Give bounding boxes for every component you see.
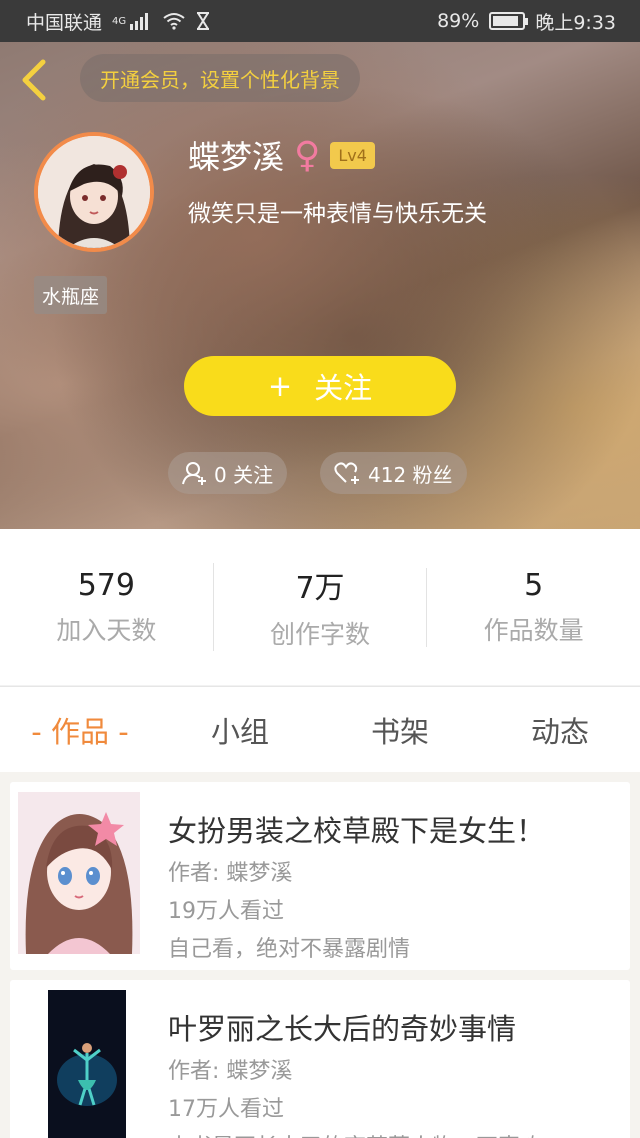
work-author: 作者: 蝶梦溪 <box>168 861 293 886</box>
battery-fill <box>493 16 519 26</box>
avatar[interactable] <box>34 132 154 252</box>
phone-screenshot-cover-image <box>18 990 140 1138</box>
stat-word-count[interactable]: 7万 创作字数 <box>212 563 427 651</box>
wifi-icon <box>163 13 185 30</box>
avatar-image <box>38 136 150 248</box>
work-card[interactable]: 叶罗丽之长大后的奇妙事情 作者: 蝶梦溪 17万人看过 本书是写长大了的夜萝莉人… <box>10 980 630 1138</box>
back-button[interactable] <box>16 56 52 104</box>
back-chevron-icon <box>22 59 46 101</box>
stat-label: 创作字数 <box>270 620 371 649</box>
stat-value: 5 <box>524 567 544 603</box>
following-count-label: 0 关注 <box>214 462 274 487</box>
stat-works-count[interactable]: 5 作品数量 <box>426 567 640 647</box>
profile-bio: 微笑只是一种表情与快乐无关 <box>188 201 487 227</box>
anime-girl-cover-image <box>18 792 140 954</box>
status-right: 89% 晚上9:33 <box>437 8 616 35</box>
profile-stats: 579 加入天数 7万 创作字数 5 作品数量 <box>0 529 640 685</box>
stat-label: 加入天数 <box>56 615 157 645</box>
clock: 晚上9:33 <box>535 11 616 34</box>
work-cover-image <box>18 990 140 1138</box>
battery-percent: 89% <box>437 10 480 32</box>
heart-plus-icon <box>334 462 359 484</box>
work-views: 17万人看过 <box>168 1097 284 1122</box>
work-title: 女扮男装之校草殿下是女生！ <box>168 814 546 848</box>
work-author: 作者: 蝶梦溪 <box>168 1059 293 1084</box>
status-left: 中国联通 4G <box>26 8 210 35</box>
stat-label: 作品数量 <box>483 615 584 645</box>
zodiac-tag: 水瓶座 <box>34 276 108 314</box>
fans-count-button[interactable]: 412 粉丝 <box>320 452 467 494</box>
vip-prompt-text: 开通会员，设置个性化背景 <box>100 67 340 92</box>
profile-tabs: 作品 小组 书架 动态 <box>0 686 640 772</box>
stat-value: 579 <box>77 567 135 603</box>
work-views: 19万人看过 <box>168 899 284 924</box>
follow-button[interactable]: + 关注 <box>184 356 456 416</box>
hourglass-icon <box>197 12 210 30</box>
stat-value: 7万 <box>295 571 345 606</box>
works-list: 女扮男装之校草殿下是女生！ 作者: 蝶梦溪 19万人看过 自己看，绝对不暴露剧情… <box>0 772 640 1138</box>
follow-plus-icon: + <box>267 369 293 403</box>
stat-joined-days[interactable]: 579 加入天数 <box>0 568 213 647</box>
tab-groups[interactable]: 小组 <box>160 709 320 751</box>
work-description: 自己看，绝对不暴露剧情 <box>168 937 411 962</box>
battery-icon <box>489 12 529 30</box>
user-plus-icon <box>182 462 206 485</box>
level-badge: Lv4 <box>330 141 375 169</box>
vip-background-button[interactable]: 开通会员，设置个性化背景 <box>80 54 360 102</box>
profile-header: 开通会员，设置个性化背景 蝶梦溪 ♀ Lv4 微笑只是一种表情与快乐无关 水瓶座… <box>0 42 640 529</box>
work-description: 本书是写长大了的夜萝莉人物，不喜欢 <box>168 1129 542 1138</box>
network-type: 4G <box>112 15 127 27</box>
work-title: 叶罗丽之长大后的奇妙事情 <box>168 1012 517 1046</box>
status-bar: 中国联通 4G 89% 晚上9:33 <box>0 0 640 42</box>
signal-icon <box>130 13 149 30</box>
tab-bookshelf[interactable]: 书架 <box>320 709 480 751</box>
fans-count-label: 412 粉丝 <box>368 462 453 487</box>
profile-name-row: 蝶梦溪 ♀ Lv4 <box>188 132 375 178</box>
tab-works[interactable]: 作品 <box>0 709 160 751</box>
tab-activity[interactable]: 动态 <box>480 709 640 751</box>
female-gender-icon: ♀ <box>294 134 321 176</box>
carrier-name: 中国联通 <box>26 11 103 34</box>
username: 蝶梦溪 <box>188 138 285 176</box>
following-count-button[interactable]: 0 关注 <box>168 452 288 494</box>
work-cover-image <box>18 792 140 954</box>
work-card[interactable]: 女扮男装之校草殿下是女生！ 作者: 蝶梦溪 19万人看过 自己看，绝对不暴露剧情 <box>10 782 630 970</box>
follow-button-label: 关注 <box>314 371 373 405</box>
